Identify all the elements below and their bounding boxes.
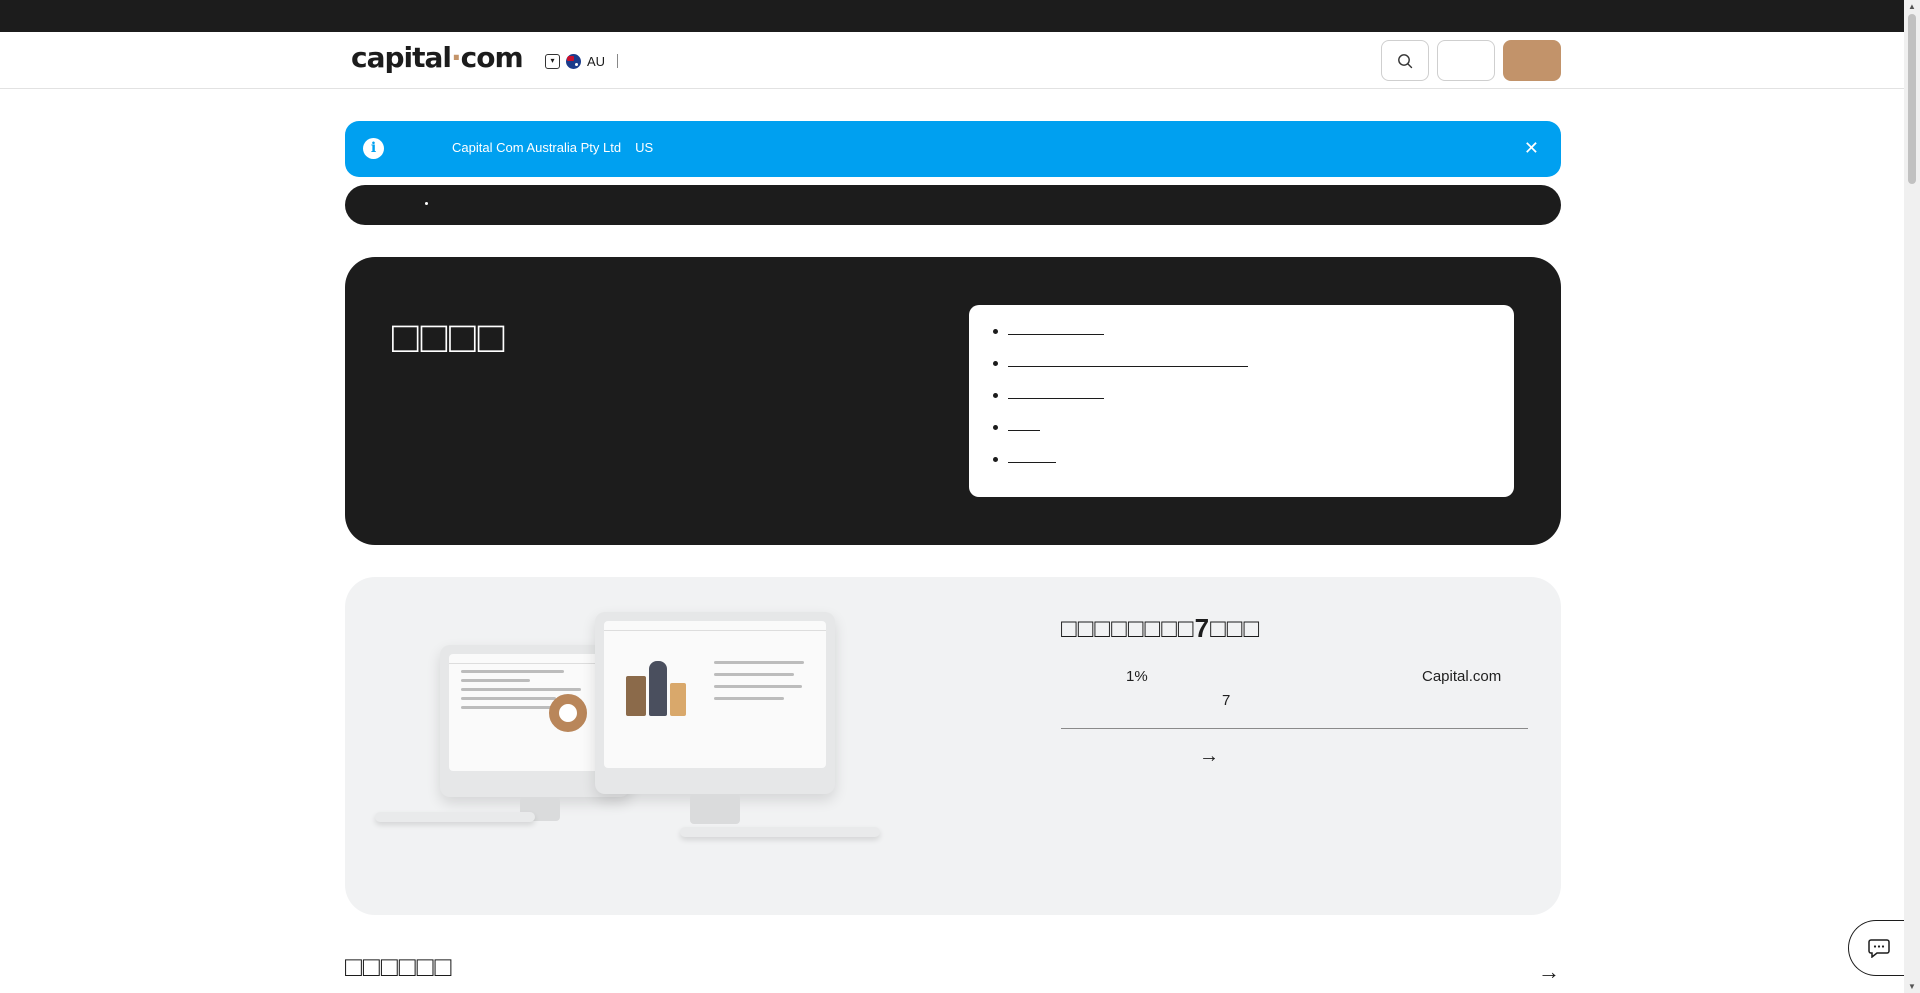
- sign-up-button[interactable]: [1503, 40, 1561, 81]
- hero-section: □□□□: [345, 257, 1561, 545]
- page-title: □□□□: [392, 313, 507, 362]
- toc-item[interactable]: [993, 385, 1248, 417]
- toc-item[interactable]: [993, 449, 1248, 481]
- section-heading: □□□□□□: [345, 951, 453, 982]
- scroll-up-icon[interactable]: ▲: [1908, 2, 1916, 11]
- australia-flag-icon: [566, 53, 581, 69]
- top-strip: [0, 0, 1904, 32]
- toc-item[interactable]: [993, 321, 1248, 353]
- vertical-scrollbar[interactable]: ▲ ▼: [1904, 0, 1920, 993]
- promo-text-days: 7: [1222, 692, 1231, 709]
- toc-link[interactable]: [1008, 449, 1056, 463]
- login-button[interactable]: [1437, 40, 1495, 81]
- toc-link[interactable]: [1008, 385, 1104, 399]
- banner-country: US: [635, 140, 654, 155]
- chat-button[interactable]: [1848, 920, 1908, 976]
- risk-warning-bar: [345, 185, 1561, 225]
- regulatory-banner: i Capital Com Australia Pty Ltd US ✕: [345, 121, 1561, 177]
- toc-item[interactable]: [993, 417, 1248, 449]
- toc-link[interactable]: [1008, 321, 1104, 335]
- banner-entity: Capital Com Australia Pty Ltd: [452, 140, 622, 155]
- promo-text-brand: Capital.com: [1422, 668, 1502, 685]
- chat-icon: [1867, 939, 1890, 958]
- divider: [1061, 728, 1528, 729]
- site-header: capital·com ▾ AU: [0, 32, 1904, 89]
- region-code: AU: [587, 53, 606, 69]
- promo-text-percent: 1%: [1126, 668, 1148, 685]
- toc-item[interactable]: [993, 353, 1248, 385]
- arrow-right-icon[interactable]: →: [1199, 745, 1219, 768]
- capital-com-logo[interactable]: capital·com: [351, 41, 524, 74]
- toc-link[interactable]: [1008, 353, 1248, 367]
- close-icon[interactable]: ✕: [1524, 137, 1539, 159]
- search-icon: [1398, 53, 1413, 68]
- promo-title: □□□□□□□□7□□□: [1061, 613, 1261, 643]
- region-selector[interactable]: ▾ AU: [545, 50, 619, 72]
- monitor-front: [595, 612, 835, 794]
- toc-link[interactable]: [1008, 417, 1040, 431]
- table-of-contents: [969, 305, 1514, 497]
- chevron-down-icon: ▾: [545, 53, 560, 69]
- scrollbar-thumb[interactable]: [1908, 14, 1916, 184]
- divider: [617, 54, 619, 68]
- promo-card[interactable]: □□□□□□□□7□□□ 1% Capital.com 7 →: [345, 577, 1561, 915]
- bullet-dot: [425, 202, 428, 205]
- banner-message: Capital Com Australia Pty Ltd US: [452, 140, 667, 155]
- search-button[interactable]: [1381, 40, 1429, 81]
- arrow-right-icon[interactable]: →: [1538, 959, 1560, 985]
- scroll-down-icon[interactable]: ▼: [1908, 982, 1916, 991]
- info-icon: i: [363, 138, 384, 159]
